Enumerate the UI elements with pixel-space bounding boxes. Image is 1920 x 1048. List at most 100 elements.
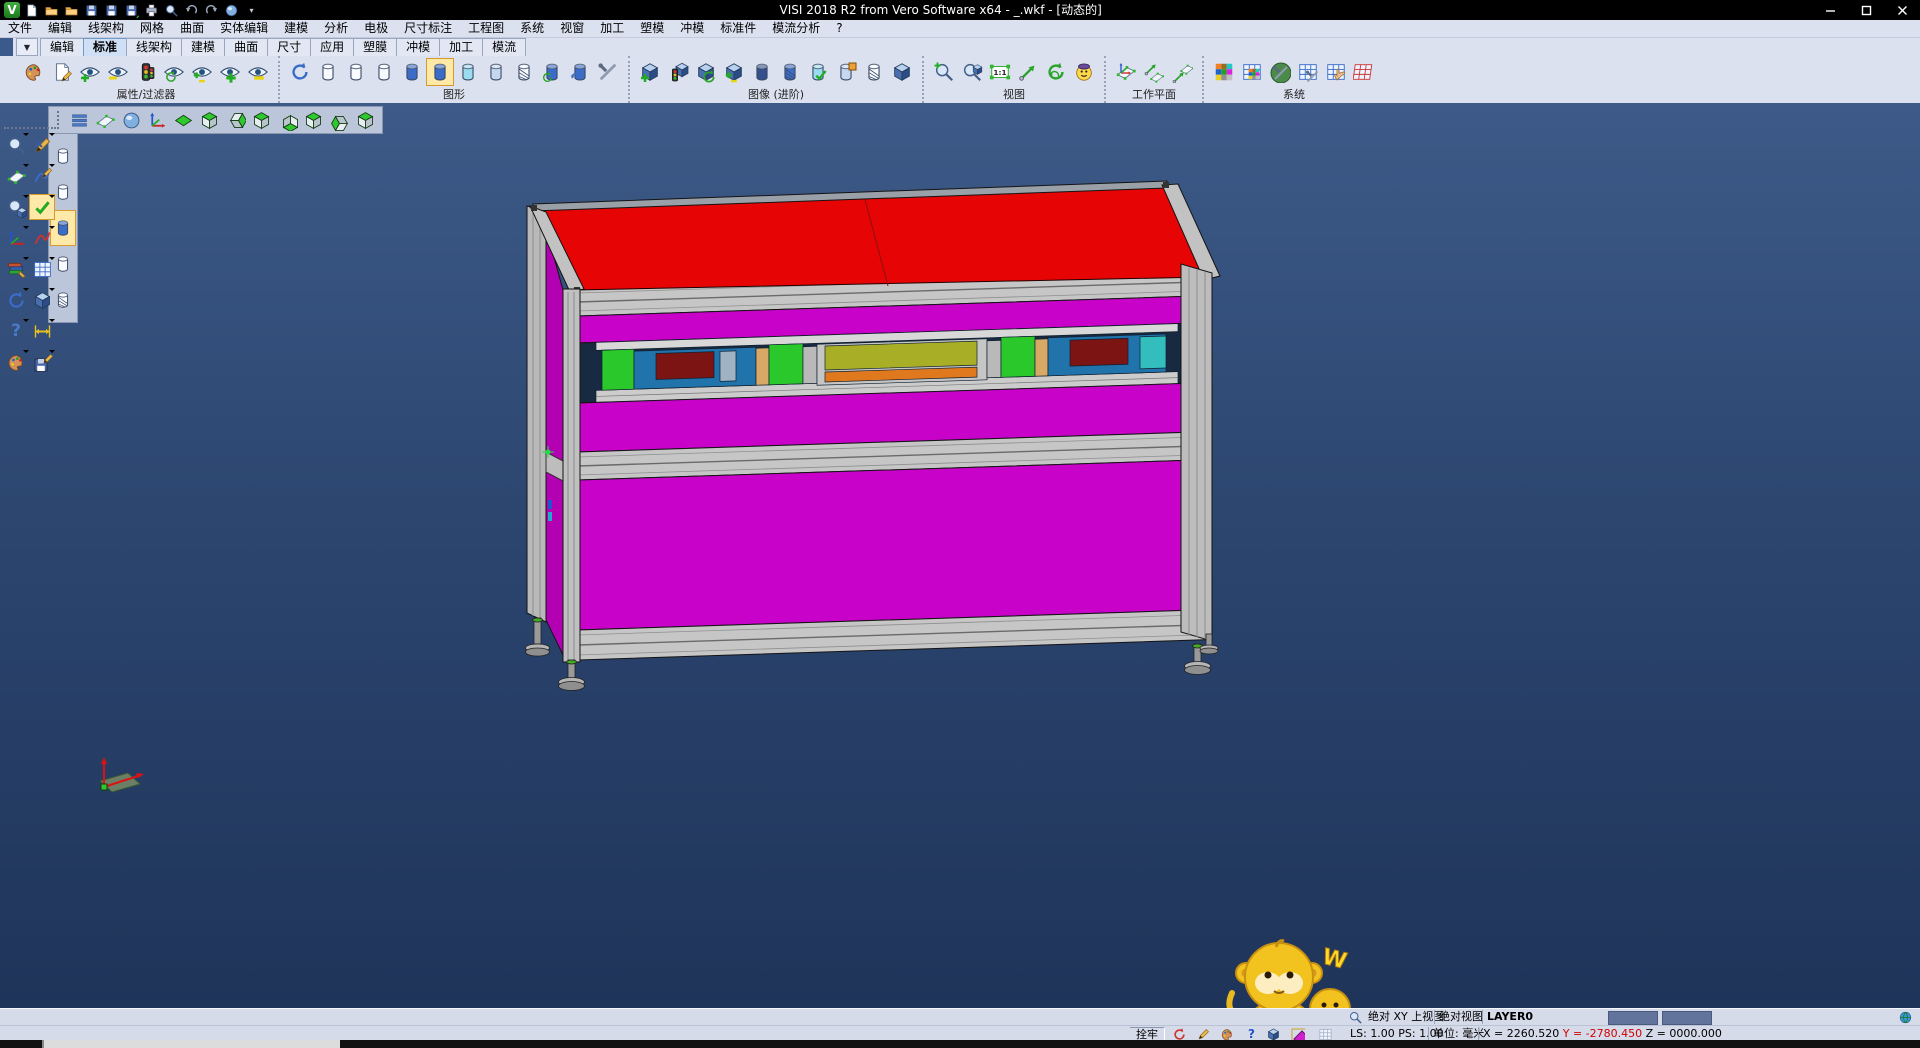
zoom-window-icon[interactable] [958,58,986,86]
attributes-palette-icon[interactable] [20,58,48,86]
menu-window[interactable]: 视窗 [552,20,592,37]
left-side-panel[interactable] [546,228,563,655]
main-front-panel[interactable] [578,460,1208,630]
menu-progress[interactable]: 冲模 [672,20,712,37]
system-settings-icon[interactable] [1238,58,1266,86]
menu-wireframe[interactable]: 线架构 [80,20,132,37]
save-icon[interactable] [83,2,100,19]
cylinder-verified-icon[interactable] [804,58,832,86]
show-add-icon[interactable] [76,58,104,86]
tab-modeling[interactable]: 建模 [181,38,225,56]
show-minus-icon[interactable] [244,58,272,86]
menu-modeling[interactable]: 建模 [276,20,316,37]
cylinder-wireframe-icon[interactable] [342,58,370,86]
regenerate-icon[interactable] [286,58,314,86]
left-front-post[interactable] [563,289,580,662]
workplane-rotate-icon[interactable] [1140,58,1168,86]
color-swatch-button[interactable] [1662,1011,1712,1025]
cube-shaded-icon[interactable] [888,58,916,86]
cylinder-shaded-icon[interactable] [398,58,426,86]
redo-icon[interactable] [203,2,220,19]
equipment-dark-red-block[interactable] [1070,338,1128,366]
globe-icon[interactable] [1898,1010,1913,1025]
print-icon[interactable] [143,2,160,19]
3d-viewport[interactable]: ? [0,103,1920,1008]
color-swatch-button[interactable] [1608,1011,1658,1025]
search-icon[interactable] [1348,1010,1363,1025]
refresh-visibility-icon[interactable] [160,58,188,86]
menu-electrode[interactable]: 电极 [356,20,396,37]
zoom-dynamic-icon[interactable] [1014,58,1042,86]
view-mode-field[interactable]: 绝对视图 [1434,1010,1487,1024]
tab-flow[interactable]: 模流 [482,38,526,56]
shade-dynamic-icon[interactable] [566,58,594,86]
print-preview-icon[interactable] [163,2,180,19]
menu-drafting[interactable]: 工程图 [460,20,512,37]
render-settings-icon[interactable] [594,58,622,86]
options-icon[interactable] [1266,58,1294,86]
save-all-icon[interactable] [123,2,140,19]
menu-dimension[interactable]: 尺寸标注 [396,20,460,37]
menu-surface[interactable]: 曲面 [172,20,212,37]
color-table-icon[interactable] [1210,58,1238,86]
left-rear-post[interactable] [527,206,546,622]
maximize-button[interactable] [1848,0,1884,20]
cylinder-wireframe-icon[interactable] [314,58,342,86]
cylinder-wireframe-icon[interactable] [370,58,398,86]
minimize-button[interactable] [1812,0,1848,20]
3d-model-machine-enclosure[interactable] [0,103,1920,1008]
tab-application[interactable]: 应用 [310,38,354,56]
equipment-olive-plate[interactable] [825,341,977,370]
undo-icon[interactable] [183,2,200,19]
tab-mould[interactable]: 塑膜 [353,38,397,56]
leveling-foot[interactable] [526,618,550,656]
tab-edit[interactable]: 编辑 [40,38,84,56]
open-file-icon[interactable] [43,2,60,19]
menu-flow-analysis[interactable]: 模流分析 [764,20,828,37]
save-as-icon[interactable] [103,2,120,19]
toolbar-overflow-icon[interactable]: ▾ [243,2,260,19]
cylinder-wire-icon[interactable] [860,58,888,86]
cylinder-flat-icon[interactable] [482,58,510,86]
tab-dimension[interactable]: 尺寸 [267,38,311,56]
menu-analysis[interactable]: 分析 [316,20,356,37]
zoom-1-1-icon[interactable]: 1:1 [986,58,1014,86]
shade-refresh-icon[interactable] [538,58,566,86]
tab-progress[interactable]: 冲模 [396,38,440,56]
active-layer-field[interactable]: LAYER0 [1482,1010,1537,1024]
cylinder-hidden-line-icon[interactable] [510,58,538,86]
equipment-green-block[interactable] [602,349,634,390]
cylinder-section-icon[interactable] [832,58,860,86]
menu-machining[interactable]: 加工 [592,20,632,37]
cylinder-transparent-icon[interactable] [454,58,482,86]
close-button[interactable] [1884,0,1920,20]
leveling-foot[interactable] [559,660,585,691]
grid-display-icon[interactable] [1350,58,1378,86]
solids-traffic-light-icon[interactable] [664,58,692,86]
tab-dropdown-button[interactable]: ▼ [16,38,38,56]
workplane-axis-icon[interactable] [1112,58,1140,86]
show-plus-icon[interactable] [216,58,244,86]
menu-file[interactable]: 文件 [0,20,40,37]
tab-surface[interactable]: 曲面 [224,38,268,56]
filter-traffic-light-icon[interactable] [132,58,160,86]
copy-attributes-icon[interactable] [48,58,76,86]
solids-plus-minus-icon[interactable] [720,58,748,86]
show-plus-minus-icon[interactable] [188,58,216,86]
rotate-view-icon[interactable] [1042,58,1070,86]
customize-table-icon[interactable] [1294,58,1322,86]
menu-standard-parts[interactable]: 标准件 [712,20,764,37]
tab-standard[interactable]: 标准 [83,38,127,56]
zoom-all-icon[interactable] [930,58,958,86]
workplane-move-icon[interactable] [1168,58,1196,86]
open-project-icon[interactable] [63,2,80,19]
view-face-icon[interactable] [1070,58,1098,86]
tab-wireframe[interactable]: 线架构 [126,38,182,56]
menu-solid-edit[interactable]: 实体编辑 [212,20,276,37]
new-file-icon[interactable] [23,2,40,19]
show-remove-icon[interactable] [104,58,132,86]
visi-app-icon[interactable] [223,2,240,19]
grid-snap-icon[interactable] [1322,58,1350,86]
menu-system[interactable]: 系统 [512,20,552,37]
menu-help[interactable]: ? [828,20,850,37]
